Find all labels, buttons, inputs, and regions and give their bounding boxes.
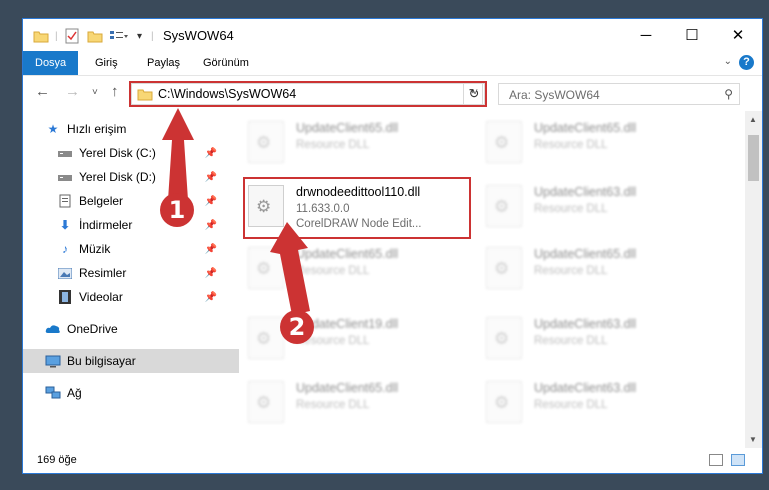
annotation-overlay [162, 108, 310, 315]
arrow-2 [270, 222, 310, 315]
step-2-callout: 2 [280, 310, 314, 344]
arrow-1 [162, 108, 194, 200]
step-1-callout: 1 [160, 193, 194, 227]
